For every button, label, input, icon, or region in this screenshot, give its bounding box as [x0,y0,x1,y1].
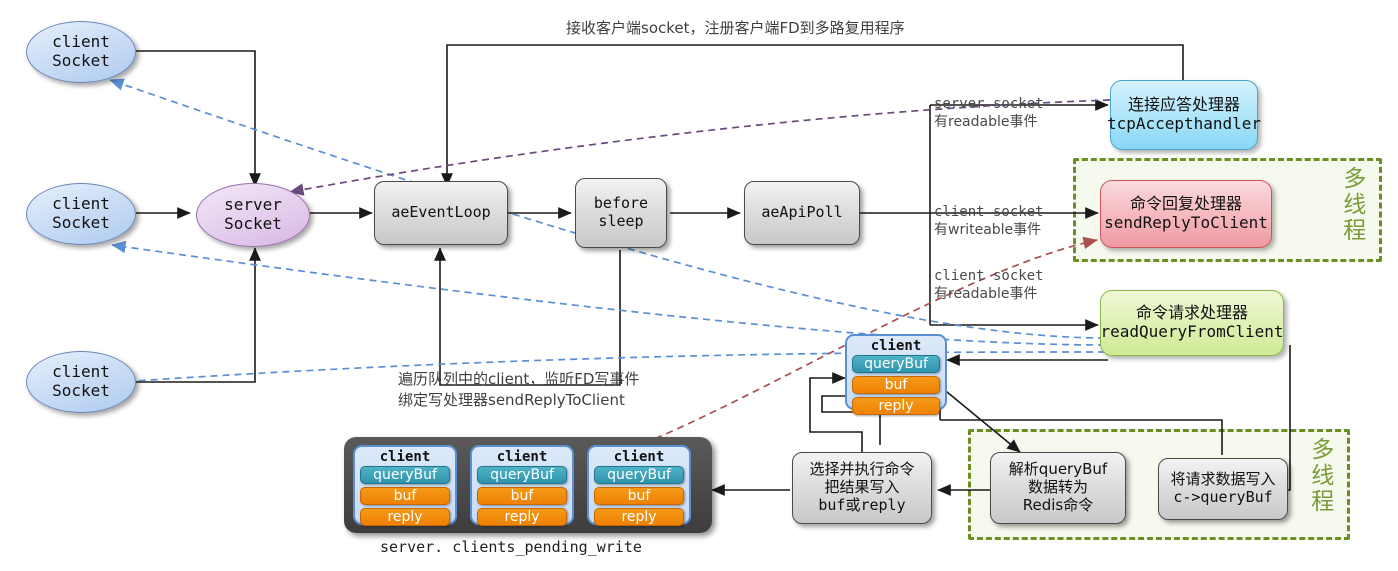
queue-client-1-field-reply: reply [360,508,450,526]
write-querybuf-line2: c->queryBuf [1173,488,1273,506]
client-socket-top-line1: client [52,32,110,52]
client-writeable-label-line1: client socket [934,204,1044,220]
client-socket-mid-line1: client [52,194,110,214]
exec-command-line3: buf或reply [818,495,906,514]
exec-command-box[interactable]: 选择并执行命令 把结果写入 buf或reply [792,452,932,524]
parse-querybuf-line1: 解析queryBuf [1008,460,1108,479]
queue-client-3-field-reply: reply [594,508,684,526]
client-readable-label-line2: 有readable事件 [934,286,1038,302]
ae-event-loop-label: aeEventLoop [391,203,491,222]
write-querybuf-line1: 将请求数据写入 [1170,470,1276,489]
server-socket-line2: Socket [224,214,282,233]
server-socket[interactable]: server Socket [196,183,310,247]
queue-client-2-field-buf: buf [477,487,567,505]
client-readable-label-line1: client socket [934,268,1044,284]
client-struct-field-buf: buf [852,376,940,394]
parse-querybuf-line2: 数据转为 [1027,478,1088,497]
diagram-canvas: 多线程 多线程 client Socket client Socket clie… [0,0,1398,571]
multithread-group-worker-label: 多线程 [1306,437,1333,515]
parse-querybuf-box[interactable]: 解析queryBuf 数据转为 Redis命令 [990,452,1126,524]
client-struct-title: client [870,338,922,354]
ae-api-poll-label: aeApiPoll [761,203,843,222]
queue-client-2-field-querybuf: queryBuf [477,466,567,484]
queue-client-2[interactable]: client queryBuf buf reply [470,445,574,526]
queue-caption: server. clients_pending_write [380,538,642,556]
client-socket-mid-line2: Socket [52,213,110,232]
queue-client-1[interactable]: client queryBuf buf reply [353,445,457,526]
beforesleep-note-line2: 绑定写处理器sendReplyToClient [398,391,625,409]
multithread-group-reply-label: 多线程 [1338,166,1365,244]
queue-client-3-field-buf: buf [594,487,684,505]
client-socket-top-line2: Socket [52,51,110,70]
ae-api-poll-box[interactable]: aeApiPoll [744,181,860,245]
client-struct-field-reply: reply [852,397,940,415]
server-readable-label-line1: server socket [934,96,1044,112]
client-socket-mid[interactable]: client Socket [26,183,136,245]
client-socket-bottom-line2: Socket [52,381,110,400]
parse-querybuf-line3: Redis命令 [1022,495,1094,514]
queue-client-3-field-querybuf: queryBuf [594,466,684,484]
exec-command-line2: 把结果写入 [824,478,900,497]
client-socket-bottom[interactable]: client Socket [26,351,136,413]
queue-client-3[interactable]: client queryBuf buf reply [587,445,691,526]
ae-event-loop-box[interactable]: aeEventLoop [374,181,508,245]
queue-client-2-title: client [496,449,548,465]
client-socket-top[interactable]: client Socket [26,21,136,83]
top-note-label: 接收客户端socket，注册客户端FD到多路复用程序 [566,19,905,37]
write-querybuf-box[interactable]: 将请求数据写入 c->queryBuf [1158,458,1288,520]
reply-handler-box[interactable]: 命令回复处理器 sendReplyToClient [1100,180,1272,248]
exec-command-line1: 选择并执行命令 [809,460,915,479]
queue-client-1-field-buf: buf [360,487,450,505]
accept-handler-box[interactable]: 连接应答处理器 tcpAccepthandler [1106,80,1262,150]
query-handler-fn: readQueryFromClient [1100,322,1284,341]
queue-client-3-title: client [613,449,665,465]
queue-client-1-title: client [379,449,431,465]
beforesleep-note-line1: 遍历队列中的client，监听FD写事件 [398,370,640,388]
before-sleep-line1: before [593,194,649,213]
queue-client-2-field-reply: reply [477,508,567,526]
before-sleep-line2: sleep [598,212,644,230]
client-struct-field-querybuf: queryBuf [852,355,940,373]
queue-client-1-field-querybuf: queryBuf [360,466,450,484]
accept-handler-title: 连接应答处理器 [1127,95,1240,115]
server-readable-label-line2: 有readable事件 [934,114,1038,130]
accept-handler-fn: tcpAccepthandler [1106,114,1262,133]
query-handler-box[interactable]: 命令请求处理器 readQueryFromClient [1100,290,1284,356]
query-handler-title: 命令请求处理器 [1135,303,1248,323]
client-socket-bottom-line1: client [52,362,110,382]
before-sleep-box[interactable]: before sleep [575,178,667,248]
reply-handler-fn: sendReplyToClient [1104,213,1268,232]
client-writeable-label-line2: 有writeable事件 [934,222,1042,238]
client-struct-box[interactable]: client queryBuf buf reply [845,334,947,415]
reply-handler-title: 命令回复处理器 [1129,194,1242,214]
server-socket-line1: server [224,195,282,215]
